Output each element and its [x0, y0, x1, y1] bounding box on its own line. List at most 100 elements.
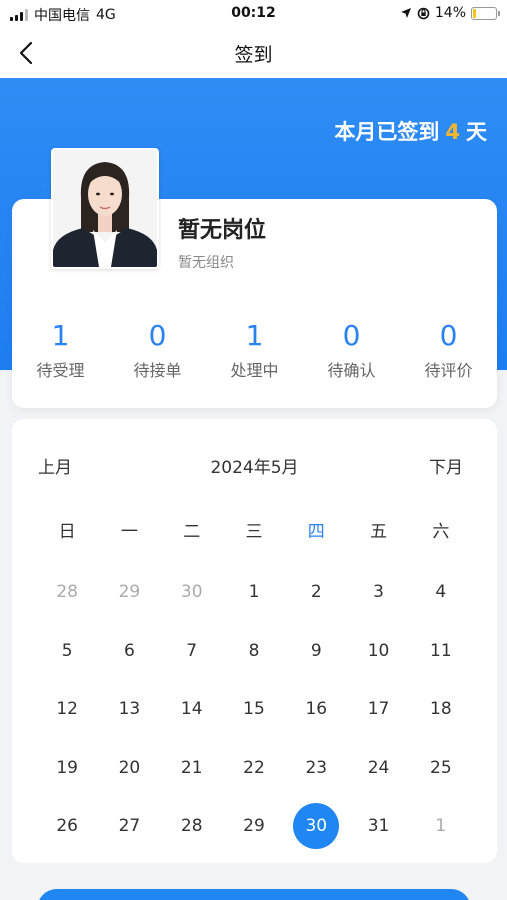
calendar-day[interactable]: 30 [161, 563, 223, 622]
calendar-day[interactable]: 19 [36, 739, 98, 798]
day-number: 11 [430, 640, 452, 661]
calendar-day[interactable]: 28 [161, 797, 223, 856]
calendar-day[interactable]: 8 [223, 622, 285, 681]
counter-value: 0 [439, 319, 458, 352]
day-number: 31 [367, 816, 390, 837]
monthly-signin-stats: 本月已签到 4 天 [334, 116, 487, 146]
calendar-header: 上月 2024年5月 下月 [12, 453, 497, 478]
counter-pending-review[interactable]: 0 待评价 [400, 318, 497, 381]
day-number: 30 [180, 582, 203, 603]
day-number: 13 [118, 699, 141, 720]
counter-in-progress[interactable]: 1 处理中 [206, 318, 303, 381]
stats-count: 4 [445, 120, 460, 144]
day-number: 8 [248, 640, 260, 661]
weekday-label: 二 [183, 522, 201, 542]
day-grid: 28 29 30 1 2 3 4 5 6 7 8 9 10 11 12 13 14 15 16 17 18 19 20 21 2… [36, 563, 472, 856]
signin-button[interactable] [37, 889, 471, 900]
weekday-label: 三 [245, 522, 263, 542]
day-number: 2 [310, 582, 322, 603]
day-number: 17 [367, 699, 390, 720]
day-number: 3 [373, 582, 384, 603]
counter-label: 待确认 [327, 361, 376, 380]
status-bar: 中国电信 4G 00:12 14% [0, 0, 507, 28]
calendar-day[interactable]: 1 [410, 797, 472, 856]
location-icon [400, 8, 411, 18]
day-number: 27 [118, 816, 141, 837]
avatar [51, 148, 159, 269]
counter-pending-take[interactable]: 0 待接单 [109, 318, 206, 381]
weekday-label: 一 [120, 522, 138, 542]
calendar-day[interactable]: 18 [410, 680, 472, 739]
calendar-day[interactable]: 13 [98, 680, 160, 739]
calendar-day[interactable]: 2 [285, 563, 347, 622]
calendar-day[interactable]: 5 [36, 622, 98, 681]
day-number: 28 [180, 816, 203, 837]
calendar-day[interactable]: 3 [347, 563, 409, 622]
battery-icon [471, 6, 500, 20]
calendar-day[interactable]: 16 [285, 680, 347, 739]
day-number: 19 [56, 757, 78, 778]
day-number: 20 [118, 757, 141, 778]
day-number: 26 [56, 816, 78, 837]
counter-label: 处理中 [230, 361, 279, 380]
calendar-day[interactable]: 7 [161, 622, 223, 681]
counter-label: 待评价 [424, 361, 473, 380]
day-number: 14 [180, 699, 203, 720]
counter-value: 0 [342, 319, 361, 352]
weekday-label: 六 [432, 522, 450, 542]
calendar-day[interactable]: 11 [410, 622, 472, 681]
organization-name: 暂无组织 [178, 255, 234, 271]
day-number: 30 [293, 803, 340, 850]
day-number: 23 [305, 757, 328, 778]
calendar-day[interactable]: 24 [347, 739, 409, 798]
day-number: 16 [305, 699, 328, 720]
day-number: 22 [243, 757, 265, 778]
page-title: 签到 [234, 44, 273, 66]
position-name: 暂无岗位 [178, 218, 267, 243]
counter-pending-confirm[interactable]: 0 待确认 [303, 318, 400, 381]
day-number: 6 [124, 640, 135, 661]
calendar-day[interactable]: 14 [161, 680, 223, 739]
next-month-button[interactable]: 下月 [429, 453, 463, 478]
calendar-day[interactable]: 10 [347, 622, 409, 681]
nav-bar: 签到 [0, 28, 507, 78]
day-number: 24 [367, 757, 390, 778]
calendar-day[interactable]: 28 [36, 563, 98, 622]
day-number: 28 [56, 582, 78, 603]
day-number: 1 [435, 816, 447, 837]
day-number: 29 [118, 582, 141, 603]
calendar-day[interactable]: 31 [347, 797, 409, 856]
counter-label: 待接单 [133, 361, 182, 380]
counter-pending-accept[interactable]: 1 待受理 [12, 318, 109, 381]
calendar-day[interactable]: 6 [98, 622, 160, 681]
calendar-day[interactable]: 17 [347, 680, 409, 739]
day-number: 7 [186, 640, 198, 661]
battery-percent: 14% [434, 5, 466, 21]
calendar-card: 上月 2024年5月 下月 日一二三四五六 28 29 30 1 2 3 4 5 6 7 8 9 10 1… [12, 419, 497, 863]
day-number: 18 [430, 699, 452, 720]
day-number: 25 [430, 757, 452, 778]
calendar-day[interactable]: 22 [223, 739, 285, 798]
calendar-day[interactable]: 1 [223, 563, 285, 622]
calendar-day[interactable]: 27 [98, 797, 160, 856]
calendar-day[interactable]: 26 [36, 797, 98, 856]
day-number: 12 [56, 699, 78, 720]
month-title: 2024年5月 [210, 458, 299, 478]
counter-value: 1 [51, 319, 70, 352]
prev-month-button[interactable]: 上月 [38, 453, 72, 478]
calendar-day[interactable]: 23 [285, 739, 347, 798]
calendar-day[interactable]: 15 [223, 680, 285, 739]
calendar-day[interactable]: 12 [36, 680, 98, 739]
calendar-day[interactable]: 21 [161, 739, 223, 798]
calendar-day-selected[interactable]: 30 [285, 797, 347, 856]
order-counters: 1 待受理 0 待接单 1 处理中 0 待确认 0 待评价 [12, 318, 497, 381]
calendar-day[interactable]: 29 [223, 797, 285, 856]
calendar-day[interactable]: 20 [98, 739, 160, 798]
calendar-day[interactable]: 29 [98, 563, 160, 622]
day-number: 10 [367, 640, 390, 661]
stats-suffix: 天 [466, 120, 487, 144]
calendar-day[interactable]: 4 [410, 563, 472, 622]
calendar-day[interactable]: 25 [410, 739, 472, 798]
day-number: 15 [243, 699, 265, 720]
calendar-day[interactable]: 9 [285, 622, 347, 681]
